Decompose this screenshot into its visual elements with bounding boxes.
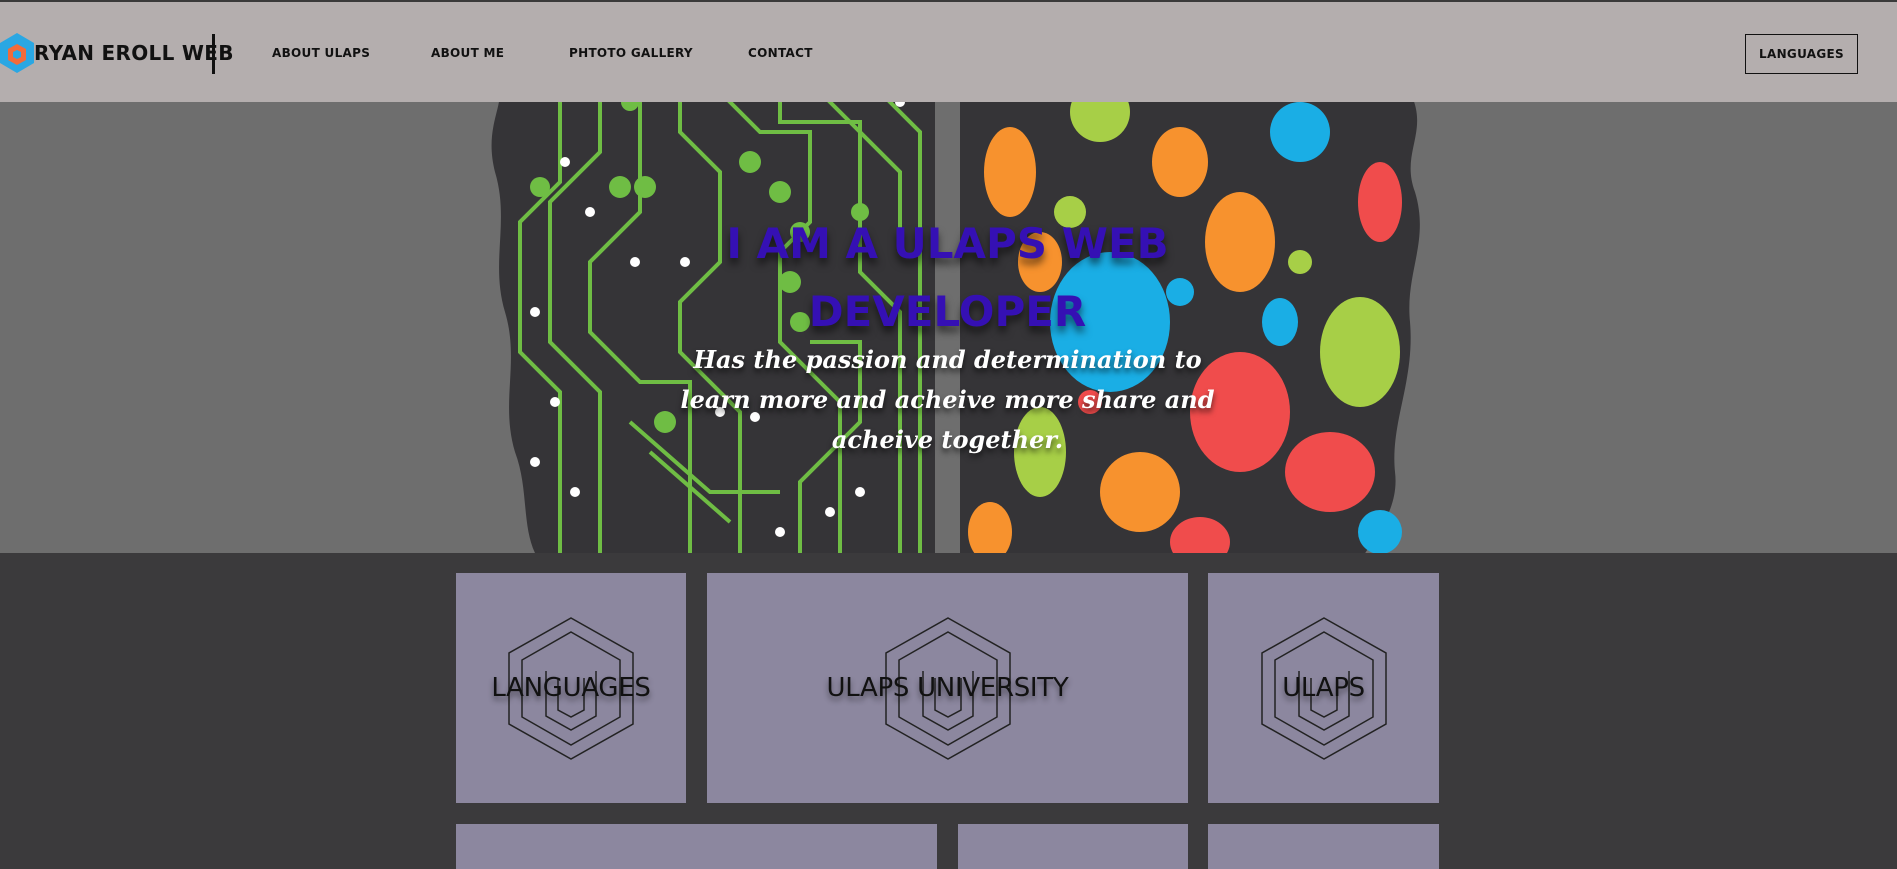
nav-contact[interactable]: CONTACT	[748, 46, 813, 60]
hero-title: I AM A ULAPS WEB DEVELOPER	[726, 219, 1169, 336]
card-row2-wide[interactable]	[456, 824, 937, 869]
card-row2-right[interactable]	[1208, 824, 1439, 869]
card-label: ULAPS	[1282, 673, 1365, 703]
site-header: RYAN EROLL WEB ABOUT ULAPS ABOUT ME PHTO…	[0, 0, 1897, 102]
hero-subtitle: Has the passion and determination to lea…	[680, 345, 1215, 454]
card-label: LANGUAGES	[491, 673, 651, 703]
hexagon-logo-icon[interactable]	[0, 32, 36, 74]
card-row2-middle[interactable]	[958, 824, 1188, 869]
nav-about-me[interactable]: ABOUT ME	[431, 46, 504, 60]
card-label: ULAPS UNIVERSITY	[826, 673, 1069, 703]
card-languages[interactable]: LANGUAGES	[456, 573, 686, 803]
languages-button[interactable]: LANGUAGES	[1745, 34, 1858, 74]
nav-photo-gallery[interactable]: PHTOTO GALLERY	[569, 46, 693, 60]
hero-section: I AM A ULAPS WEB DEVELOPER Has the passi…	[0, 102, 1897, 553]
card-ulaps[interactable]: ULAPS	[1208, 573, 1439, 803]
page: RYAN EROLL WEB ABOUT ULAPS ABOUT ME PHTO…	[0, 0, 1897, 869]
nav-about-ulaps[interactable]: ABOUT ULAPS	[272, 46, 370, 60]
brand-name[interactable]: RYAN EROLL WEB	[34, 41, 234, 65]
card-ulaps-university[interactable]: ULAPS UNIVERSITY	[707, 573, 1188, 803]
brand-divider	[212, 34, 215, 74]
